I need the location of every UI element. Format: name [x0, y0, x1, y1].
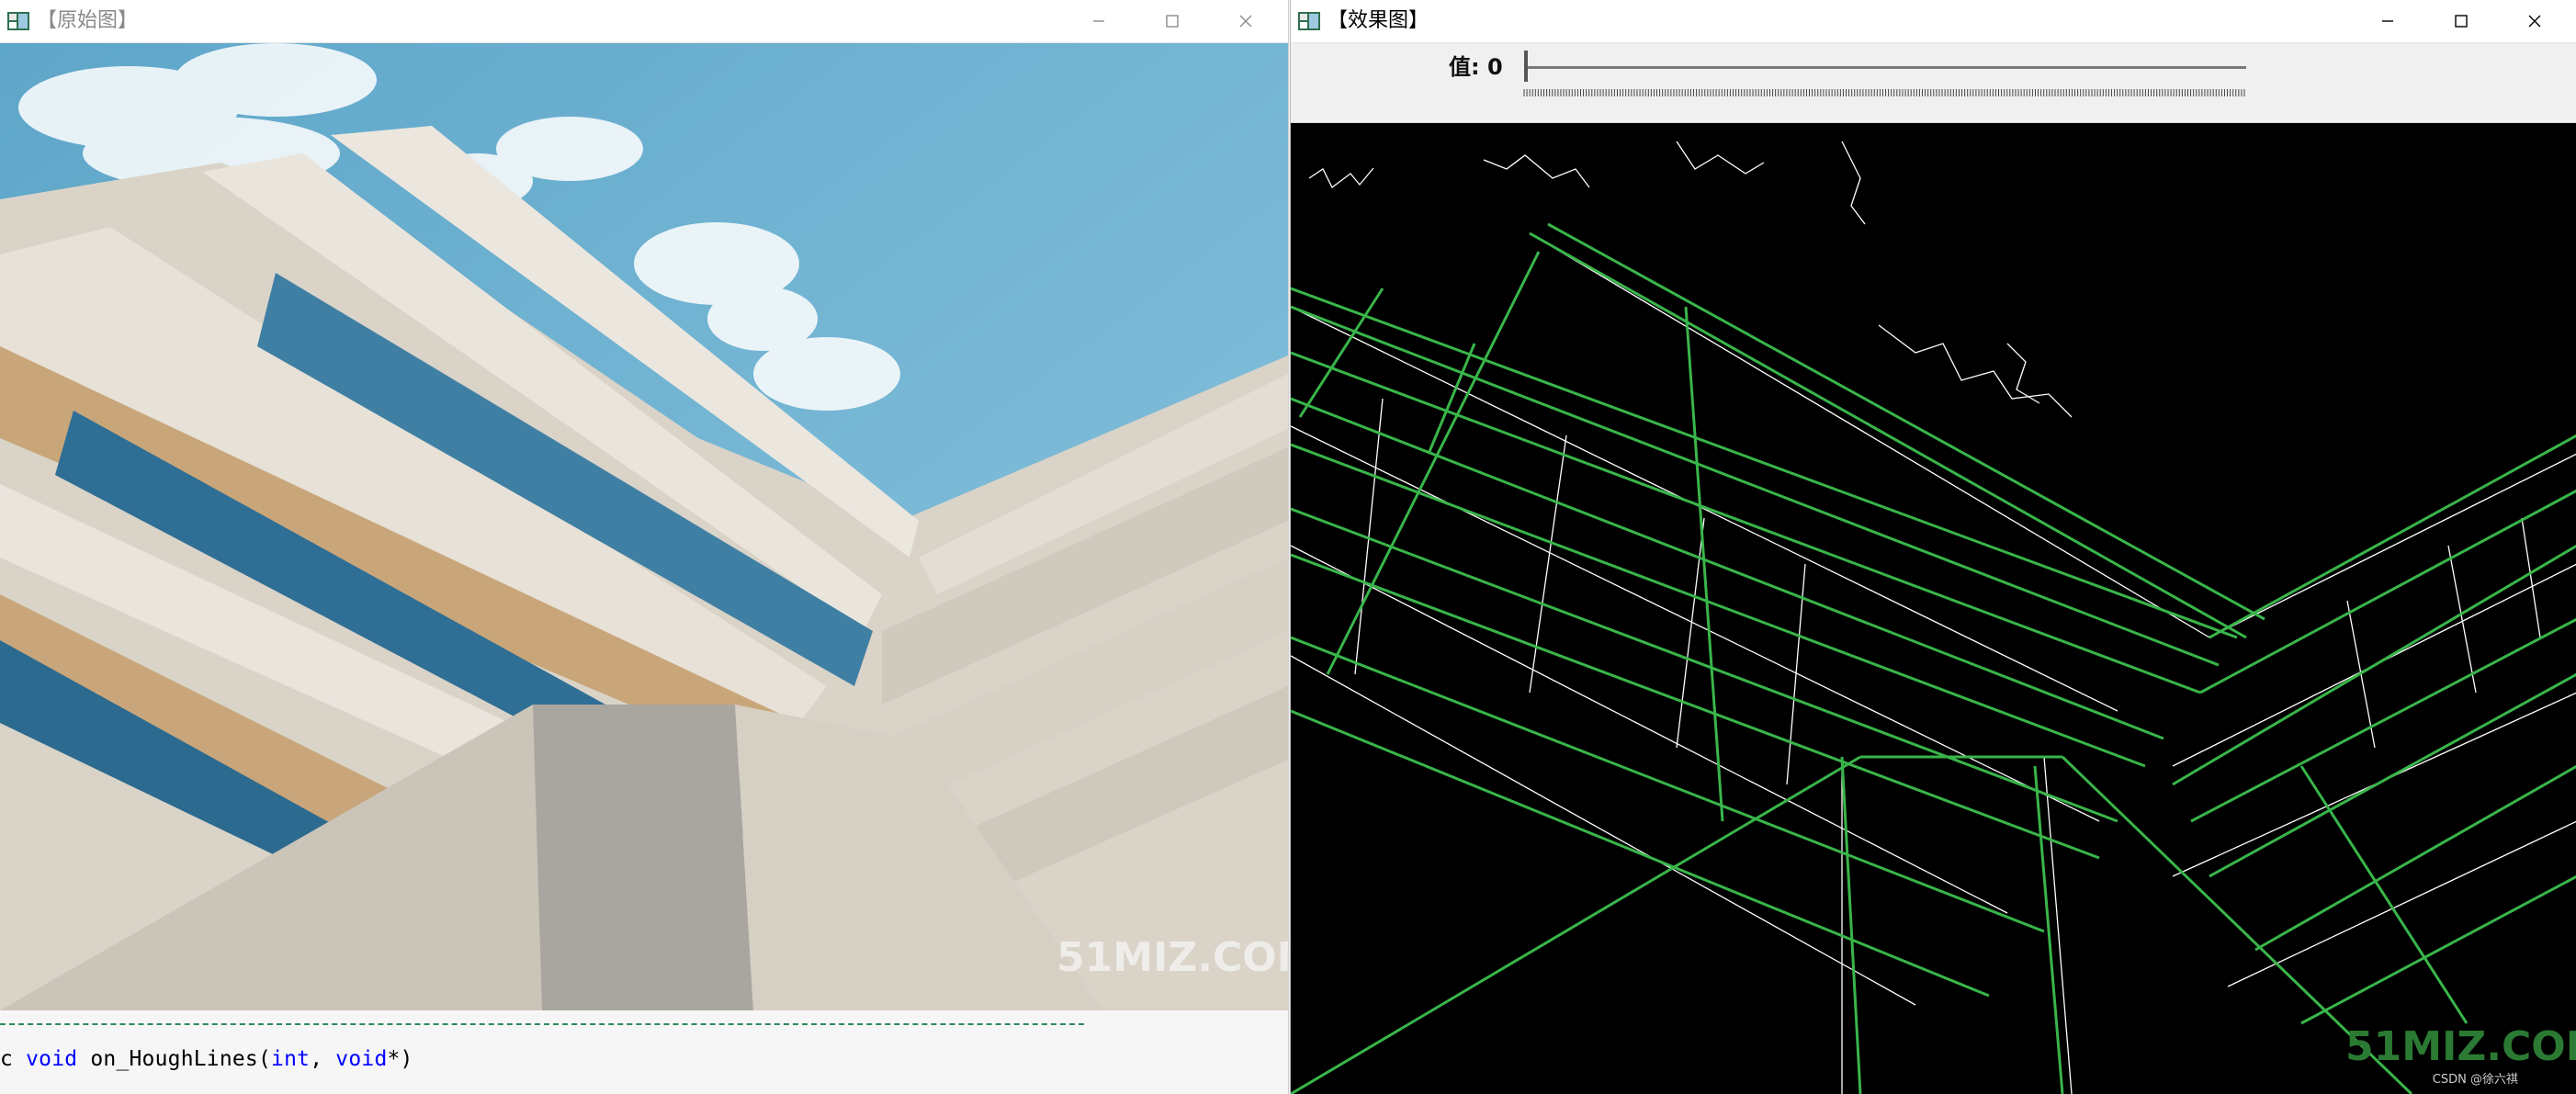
title-bar[interactable]: 【效果图】	[1291, 0, 2576, 43]
close-button[interactable]	[2498, 0, 2571, 42]
code-keyword-void-ptr: void	[335, 1047, 388, 1071]
maximize-icon	[2455, 15, 2468, 28]
close-button[interactable]	[1209, 0, 1282, 42]
trackbar-ticks	[1523, 89, 2245, 96]
window-title: 【原始图】	[37, 9, 139, 32]
maximize-button[interactable]	[1135, 0, 1209, 42]
watermark: 51MIZ.COM	[1056, 934, 1288, 981]
title-bar[interactable]: 【原始图】	[0, 0, 1288, 43]
code-suffix: *)	[387, 1047, 413, 1071]
trackbar-label: 值: 0	[1449, 54, 1503, 80]
watermark: 51MIZ.COM	[2345, 1023, 2576, 1070]
minimize-button[interactable]	[2351, 0, 2424, 42]
hough-lines-result: 51MIZ.COM	[1291, 123, 2576, 1094]
code-line[interactable]: c void on_HoughLines(int, void*)	[0, 1047, 413, 1071]
dashed-separator	[0, 1023, 1084, 1025]
code-function-name: on_HoughLines(	[77, 1047, 272, 1071]
app-icon	[1298, 12, 1320, 30]
minimize-button[interactable]	[1062, 0, 1135, 42]
minimize-icon	[1093, 20, 1104, 22]
code-keyword-int: int	[271, 1047, 311, 1071]
building-photo: 51MIZ.COM	[0, 43, 1288, 1010]
code-keyword-void: void	[26, 1047, 78, 1071]
trackbar-thumb[interactable]	[1524, 51, 1528, 82]
app-icon	[7, 12, 29, 30]
original-image-window: 【原始图】 51MIZ.CO c void on_HoughLines(int,…	[0, 0, 1289, 1094]
close-icon	[2528, 15, 2541, 28]
code-editor-strip: c void on_HoughLines(int, void*)	[0, 1010, 1288, 1094]
code-separator: ,	[310, 1047, 336, 1071]
window-title: 【效果图】	[1328, 9, 1429, 32]
maximize-icon	[1166, 15, 1179, 28]
result-image-window: 【效果图】 值: 0 51MIZ.CO CSDN @徐六祺	[1290, 0, 2576, 1094]
trackbar-panel: 值: 0	[1291, 43, 2576, 123]
minimize-icon	[2382, 20, 2393, 22]
close-icon	[1239, 15, 1252, 28]
credit-text: CSDN @徐六祺	[2432, 1073, 2518, 1087]
code-prefix: c	[0, 1047, 27, 1071]
trackbar-track[interactable]	[1528, 66, 2246, 69]
maximize-button[interactable]	[2424, 0, 2498, 42]
